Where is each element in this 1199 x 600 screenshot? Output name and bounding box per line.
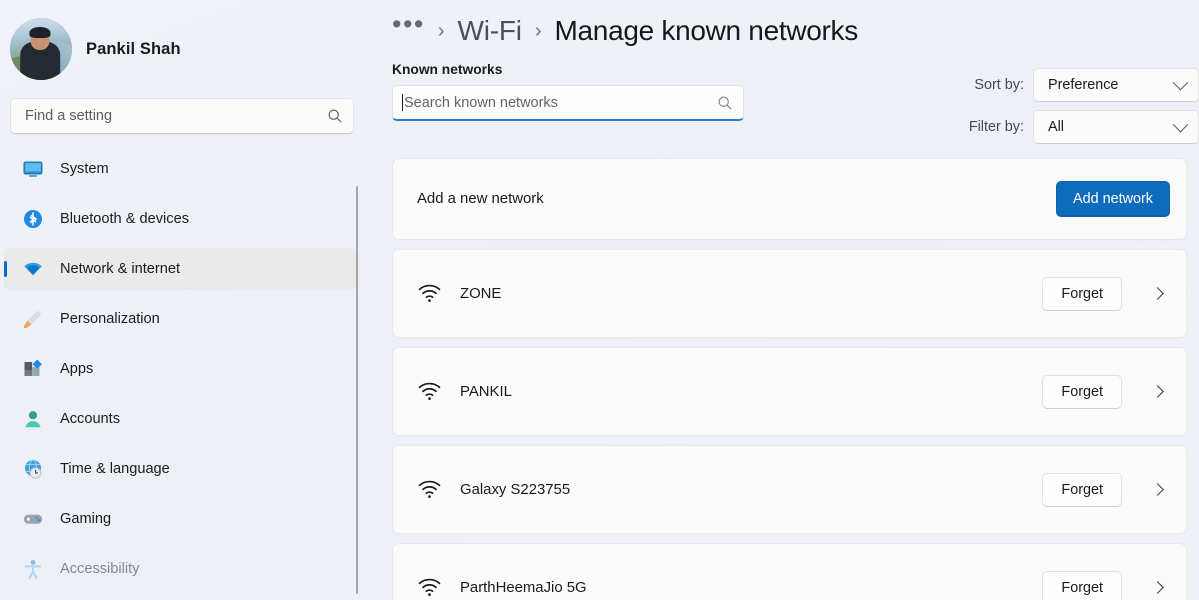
- sidebar: Pankil Shah Find a setting System Blueto…: [0, 0, 370, 600]
- network-name: Galaxy S223755: [460, 481, 571, 498]
- sidebar-item-time-language[interactable]: Time & language: [4, 448, 356, 490]
- filter-by-row: Filter by: All: [969, 110, 1199, 144]
- search-input[interactable]: [25, 108, 327, 124]
- sort-by-label: Sort by:: [974, 77, 1024, 93]
- wifi-icon: [418, 578, 441, 596]
- sidebar-item-system[interactable]: System: [4, 148, 356, 190]
- find-a-setting-box[interactable]: [10, 98, 354, 134]
- sidebar-item-label: Apps: [60, 361, 94, 377]
- chevron-right-icon[interactable]: [1140, 473, 1174, 507]
- forget-button[interactable]: Forget: [1042, 374, 1122, 409]
- sort-by-dropdown[interactable]: Preference: [1033, 68, 1199, 102]
- sort-by-row: Sort by: Preference: [969, 68, 1199, 102]
- table-row[interactable]: ParthHeemaJio 5G Forget: [392, 543, 1187, 600]
- gamepad-icon: [22, 508, 44, 530]
- forget-button[interactable]: Forget: [1042, 276, 1122, 311]
- add-network-label: Add a new network: [417, 191, 544, 207]
- forget-button[interactable]: Forget: [1042, 570, 1122, 600]
- sidebar-item-label: Personalization: [60, 311, 160, 327]
- sidebar-item-label: Bluetooth & devices: [60, 211, 189, 227]
- person-icon: [22, 408, 44, 430]
- sidebar-item-network-internet[interactable]: Network & internet: [4, 248, 356, 290]
- paintbrush-icon: [22, 308, 44, 330]
- table-row[interactable]: ZONE Forget: [392, 249, 1187, 338]
- sidebar-item-personalization[interactable]: Personalization: [4, 298, 356, 340]
- sidebar-item-label: Accounts: [60, 411, 121, 427]
- sidebar-scrollbar[interactable]: [356, 186, 358, 594]
- main-content: ••• › Wi-Fi › Manage known networks Know…: [370, 0, 1199, 600]
- sidebar-item-bluetooth-devices[interactable]: Bluetooth & devices: [4, 198, 356, 240]
- page-title: Manage known networks: [554, 15, 859, 46]
- table-row[interactable]: Galaxy S223755 Forget: [392, 445, 1187, 534]
- chevron-right-icon: ›: [534, 19, 542, 42]
- network-name: PANKIL: [460, 383, 512, 400]
- filter-by-label: Filter by:: [968, 119, 1024, 135]
- wifi-icon: [418, 382, 441, 400]
- settings-window: Pankil Shah Find a setting System Blueto…: [0, 0, 1199, 600]
- chevron-right-icon: ›: [437, 19, 445, 42]
- sidebar-item-accounts[interactable]: Accounts: [4, 398, 356, 440]
- profile-name: Pankil Shah: [86, 39, 181, 58]
- avatar[interactable]: [10, 18, 72, 80]
- breadcrumb: ••• › Wi-Fi › Manage known networks: [388, 0, 1187, 62]
- breadcrumb-parent-link[interactable]: Wi-Fi: [458, 15, 523, 47]
- add-network-button[interactable]: Add network: [1056, 181, 1170, 217]
- toolbar-left: Known networks: [392, 62, 752, 121]
- bluetooth-icon: [22, 208, 44, 230]
- sidebar-item-accessibility[interactable]: Accessibility: [4, 548, 356, 590]
- sidebar-item-label: Gaming: [60, 511, 112, 527]
- network-list: Add a new network Add network ZONE Forge…: [388, 158, 1187, 600]
- apps-blocks-icon: [22, 358, 44, 380]
- sidebar-item-gaming[interactable]: Gaming: [4, 498, 356, 540]
- forget-button[interactable]: Forget: [1042, 472, 1122, 507]
- network-name: ParthHeemaJio 5G: [460, 579, 587, 596]
- chevron-down-icon: [1172, 74, 1189, 90]
- chevron-right-icon[interactable]: [1140, 277, 1174, 311]
- search-icon: [718, 96, 732, 110]
- avatar-hair: [29, 26, 51, 38]
- sidebar-item-apps[interactable]: Apps: [4, 348, 356, 390]
- sidebar-item-label: Network & internet: [60, 261, 181, 277]
- known-networks-search-input[interactable]: [404, 94, 717, 111]
- sort-by-value: Preference: [1048, 77, 1119, 93]
- accessibility-icon: [22, 558, 44, 580]
- chevron-down-icon: [1172, 116, 1189, 132]
- known-networks-search-box[interactable]: [392, 85, 744, 121]
- sidebar-search-wrap: [0, 82, 370, 134]
- search-icon: [328, 109, 342, 123]
- known-networks-heading: Known networks: [392, 62, 503, 77]
- sidebar-item-label: System: [60, 161, 109, 177]
- toolbar: Known networks Sort by: Preference: [388, 62, 1199, 144]
- sidebar-nav: System Bluetooth & devices Network & int…: [0, 148, 370, 580]
- table-row[interactable]: PANKIL Forget: [392, 347, 1187, 436]
- add-network-card: Add a new network Add network: [392, 158, 1187, 240]
- wifi-icon: [22, 258, 44, 280]
- clock-globe-icon: [22, 458, 44, 480]
- chevron-right-icon[interactable]: [1140, 375, 1174, 409]
- text-caret: [402, 94, 403, 111]
- profile-section[interactable]: Pankil Shah: [0, 8, 370, 82]
- breadcrumb-overflow-icon[interactable]: •••: [392, 10, 425, 38]
- filter-by-dropdown[interactable]: All: [1033, 110, 1199, 144]
- sidebar-item-label: Accessibility: [60, 561, 140, 577]
- toolbar-right: Sort by: Preference Filter by: All: [969, 62, 1199, 144]
- network-name: ZONE: [460, 285, 502, 302]
- wifi-icon: [418, 284, 441, 302]
- sidebar-item-label: Time & language: [60, 461, 170, 477]
- filter-by-value: All: [1048, 119, 1064, 135]
- system-monitor-icon: [22, 158, 44, 180]
- wifi-icon: [418, 480, 441, 498]
- chevron-right-icon[interactable]: [1140, 571, 1174, 600]
